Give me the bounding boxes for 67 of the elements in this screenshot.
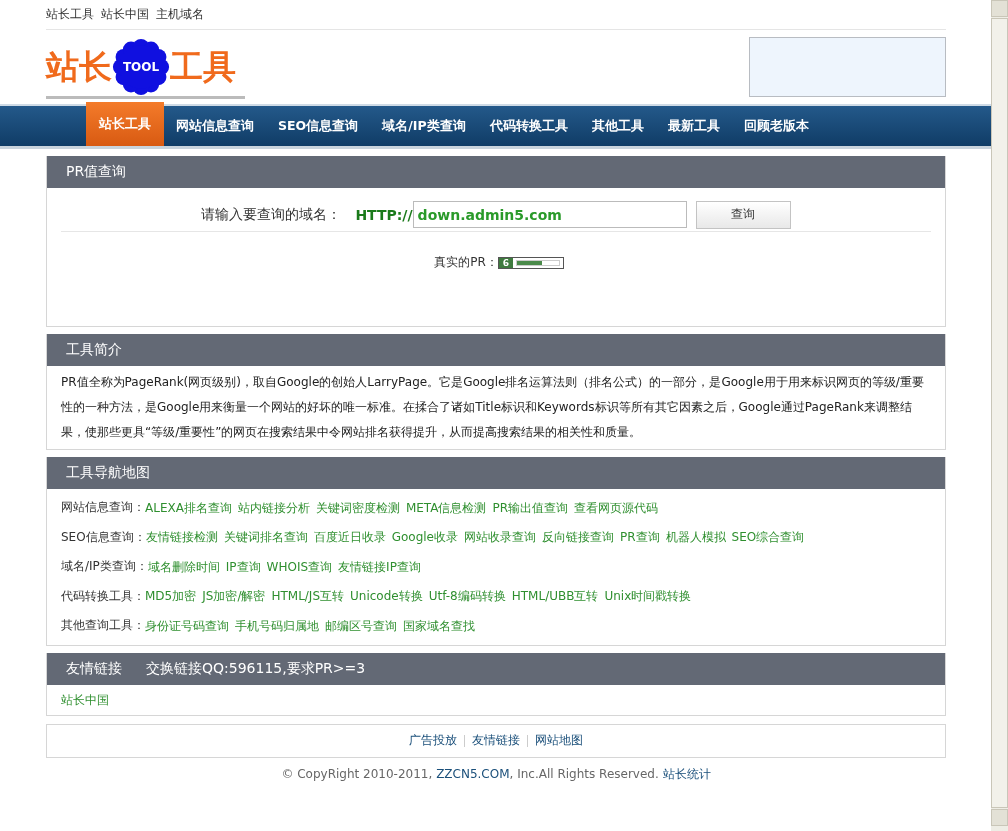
top-link[interactable]: 主机域名 [156,6,204,23]
copyright-text: © CopyRight 2010-2011, ZZCN5.COM, Inc.All Rights Reserved. 站长统计 [281,765,711,783]
pr-value: 6 [498,257,514,268]
domain-field[interactable]: down.admin5.com [412,201,687,228]
logo[interactable]: 站长 TOOL 工具 [46,37,245,99]
tool-link[interactable]: META信息检测 [405,496,487,519]
prompt-label: 请输入要查询的域名： [201,205,342,224]
category-label: 其他查询工具： [61,617,145,635]
nav-tab[interactable]: SEO信息查询 [266,106,371,146]
stats-link[interactable]: 站长统计 [662,766,711,781]
nav-tab[interactable]: 域名/IP类查询 [370,106,478,146]
top-link[interactable]: 站长中国 [101,6,149,23]
tool-link[interactable]: 国家域名查找 [403,614,475,637]
panel-title: PR值查询 [66,163,127,181]
panel-title: 工具导航地图 [66,464,150,482]
top-link[interactable]: 站长工具 [46,6,94,23]
tool-link[interactable]: ALEXA排名查询 [145,496,232,519]
tool-link[interactable]: HTML/UBB互转 [511,585,599,608]
nav-tab[interactable]: 网站信息查询 [164,106,266,146]
tool-link[interactable]: 邮编区号查询 [325,614,397,637]
footer-link[interactable]: 网站地图 [535,732,583,749]
friend-link[interactable]: 站长中国 [61,692,109,707]
tool-link[interactable]: PR查询 [620,526,660,549]
tool-link[interactable]: SEO综合查询 [731,526,805,549]
tool-link[interactable]: Unix时间戳转换 [604,585,692,608]
nav-tab[interactable]: 回顾老版本 [731,106,821,146]
tool-link[interactable]: 域名删除时间 [147,555,220,578]
tool-link[interactable]: 百度近日收录 [313,526,386,549]
exchange-note: 交换链接QQ:596115,要求PR>=3 [146,659,366,678]
tool-link[interactable]: 网站收录查询 [464,526,536,549]
tool-link[interactable]: 友情链接IP查询 [338,555,421,578]
tool-link[interactable]: 手机号码归属地 [235,614,319,637]
tool-link[interactable]: 查看网页源代码 [574,496,659,519]
tool-link[interactable]: WHOIS查询 [266,555,333,578]
nav-tab[interactable]: 其他工具 [579,106,656,146]
category-label: 代码转换工具： [61,587,145,605]
tool-link[interactable]: 站内链接分析 [237,496,310,519]
tool-link[interactable]: 反向链接查询 [542,526,614,549]
tool-link[interactable]: IP查询 [225,555,261,578]
nav-tab[interactable]: 最新工具 [655,106,732,146]
tool-link[interactable]: Unicode转换 [350,585,423,608]
nav-tab[interactable]: 站长工具 [86,102,164,146]
tool-link[interactable]: 友情链接检测 [145,526,218,549]
site-link[interactable]: ZZCN5.COM [436,766,510,781]
scrollbar[interactable] [991,0,1008,831]
tool-link[interactable]: JS加密/解密 [202,585,266,608]
category-label: 网站信息查询： [61,499,145,517]
intro-paragraph: PR值全称为PageRank(网页级别)，取自Google的创始人LarryPage。它是Google排名运算法则（排名公式）的一部分，是Google用于用来标识网页的等级/重要性的一种方法，是Google用来衡量一个网站的好坏的唯一标准。在揉合了诸如Title标识和Keywords标识等所有其它因素之后，Google通过PageRank来调整结果，使那些更具“等级/重要性”的网页在搜索结果中令网站排名获得提升，从而提高搜索结果的相关性和质量。 [61,374,925,441]
category-label: 域名/IP类查询： [61,558,148,576]
footer-link[interactable]: 广告投放 [409,732,457,749]
panel-title: 友情链接 [66,659,122,678]
tool-link[interactable]: 关键词排名查询 [223,526,308,549]
query-button[interactable]: 查询 [695,200,791,229]
http-prefix: HTTP:// [355,206,413,223]
tool-link[interactable]: Utf-8编码转换 [428,585,506,608]
nav-tab[interactable]: 代码转换工具 [477,106,580,146]
category-label: SEO信息查询： [61,528,146,546]
tool-link[interactable]: PR输出值查询 [492,496,569,519]
tool-link[interactable]: HTML/JS互转 [271,585,345,608]
tool-link[interactable]: 身份证号码查询 [145,614,229,637]
footer-link[interactable]: 友情链接 [472,732,520,749]
panel-title: 工具简介 [66,341,122,359]
pr-label: 真实的PR： [434,254,498,271]
tool-link[interactable]: Google收录 [391,526,458,549]
tool-link[interactable]: 机器人模拟 [665,526,726,549]
tool-link[interactable]: 关键词密度检测 [315,496,400,519]
tool-link[interactable]: MD5加密 [145,585,197,608]
